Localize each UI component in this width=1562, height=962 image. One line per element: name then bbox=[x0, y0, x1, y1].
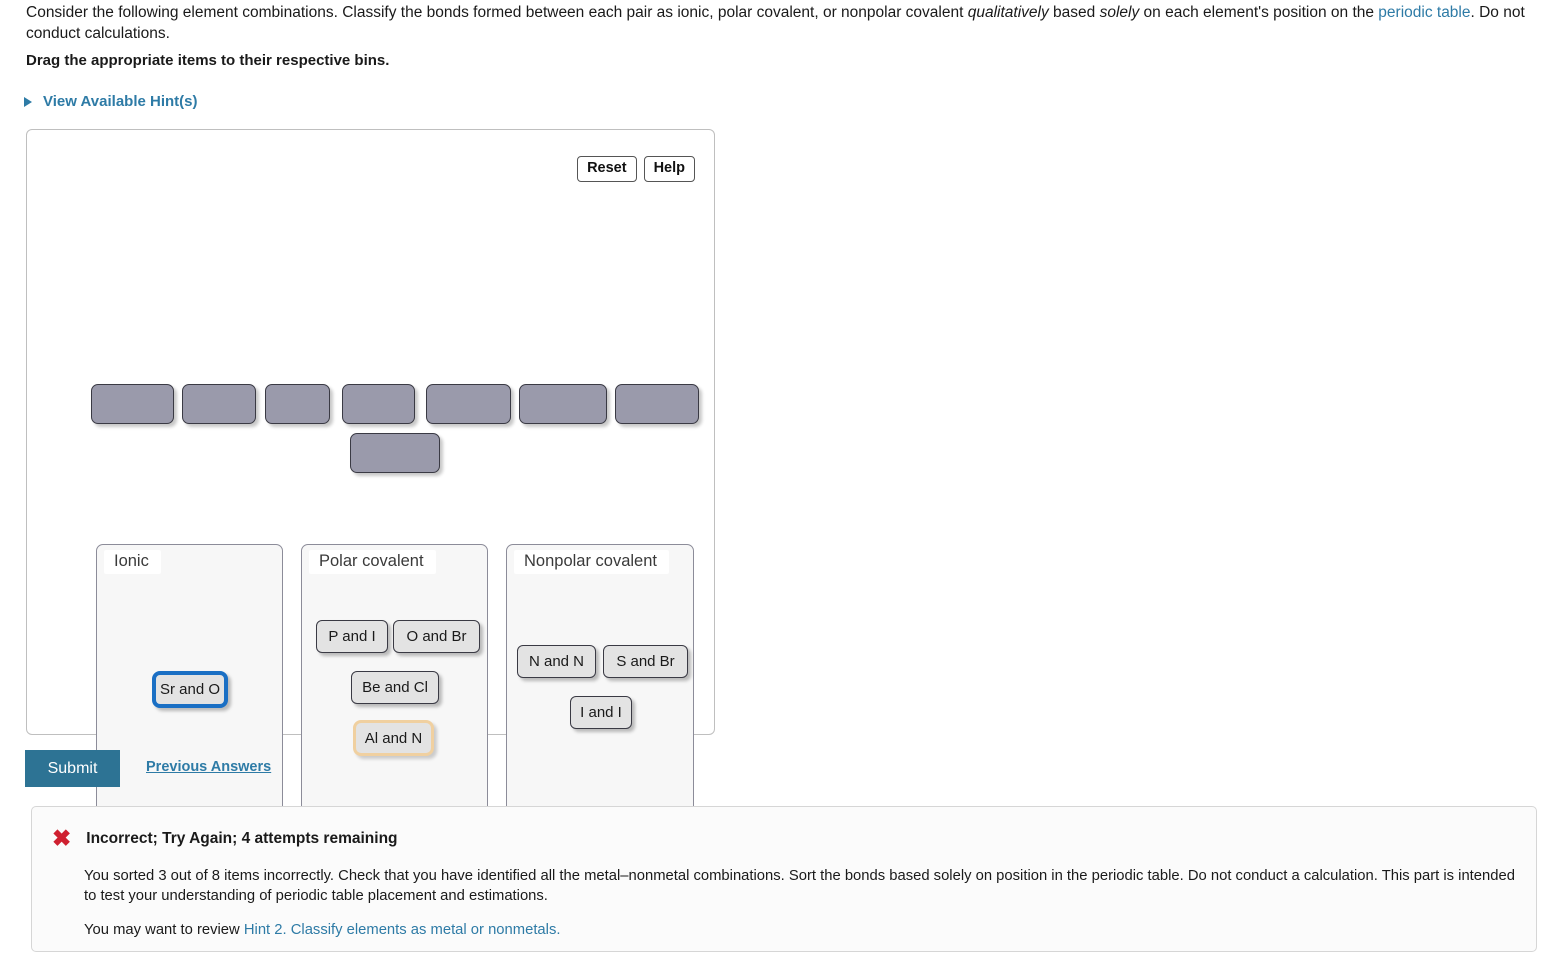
prompt-emphasis-qualitatively: qualitatively bbox=[967, 4, 1049, 21]
empty-slot[interactable] bbox=[519, 384, 607, 424]
bin-ionic[interactable]: Ionic Sr and O bbox=[96, 544, 283, 825]
draggable-item[interactable]: Sr and O bbox=[152, 671, 228, 708]
empty-slot[interactable] bbox=[615, 384, 699, 424]
empty-slot[interactable] bbox=[91, 384, 174, 424]
empty-slot[interactable] bbox=[426, 384, 511, 424]
draggable-item[interactable]: S and Br bbox=[603, 645, 688, 678]
submit-button[interactable]: Submit bbox=[25, 750, 120, 787]
x-mark-icon: ✖ bbox=[52, 825, 72, 851]
hint2-link[interactable]: Hint 2. Classify elements as metal or no… bbox=[244, 922, 561, 938]
drag-and-drop-panel: Reset Help Ionic Sr and O Polar covalent P … bbox=[26, 129, 715, 825]
empty-slot[interactable] bbox=[350, 433, 440, 473]
panel-toolbar: Reset Help bbox=[577, 156, 695, 182]
triangle-right-icon bbox=[24, 96, 32, 107]
question-prompt: Consider the following element combinati… bbox=[26, 2, 1536, 44]
drag-instruction: Drag the appropriate items to their resp… bbox=[26, 52, 390, 69]
help-button[interactable]: Help bbox=[643, 156, 695, 182]
feedback-body: You sorted 3 out of 8 items incorrectly.… bbox=[84, 868, 1515, 904]
feedback-panel: ✖ Incorrect; Try Again; 4 attempts remai… bbox=[31, 806, 1537, 952]
draggable-item[interactable]: O and Br bbox=[393, 620, 480, 653]
draggable-item[interactable]: P and I bbox=[316, 620, 388, 653]
bin-polar-covalent[interactable]: Polar covalent P and IO and Br Be and Cl Al… bbox=[301, 544, 488, 825]
draggable-item[interactable]: I and I bbox=[570, 696, 632, 729]
draggable-item[interactable]: Be and Cl bbox=[351, 671, 439, 704]
feedback-title: Incorrect; Try Again; 4 attempts remaini… bbox=[86, 829, 398, 847]
view-hints-label: View Available Hint(s) bbox=[43, 93, 198, 110]
prompt-text-part3: on each element's position on the bbox=[1139, 4, 1379, 21]
periodic-table-link[interactable]: periodic table bbox=[1378, 4, 1470, 21]
reset-button[interactable]: Reset bbox=[577, 156, 637, 182]
bin-title: Ionic bbox=[104, 550, 161, 574]
draggable-item[interactable]: N and N bbox=[517, 645, 596, 678]
feedback-header: ✖ Incorrect; Try Again; 4 attempts remai… bbox=[52, 827, 398, 850]
feedback-review-prefix: You may want to review bbox=[84, 922, 244, 938]
view-hints-toggle[interactable]: View Available Hint(s) bbox=[24, 93, 198, 110]
bin-nonpolar-covalent[interactable]: Nonpolar covalent N and NS and Br I and I bbox=[506, 544, 694, 825]
empty-slot[interactable] bbox=[342, 384, 415, 424]
draggable-item[interactable]: Al and N bbox=[353, 720, 434, 756]
empty-slot[interactable] bbox=[182, 384, 256, 424]
bin-title: Nonpolar covalent bbox=[514, 550, 669, 574]
prompt-emphasis-solely: solely bbox=[1099, 4, 1140, 21]
bin-title: Polar covalent bbox=[309, 550, 436, 574]
empty-slot[interactable] bbox=[265, 384, 330, 424]
previous-answers-link[interactable]: Previous Answers bbox=[146, 759, 271, 775]
prompt-text-part1: Consider the following element combinati… bbox=[26, 4, 968, 21]
prompt-text-part2: based bbox=[1048, 4, 1100, 21]
feedback-review: You may want to review Hint 2. Classify … bbox=[84, 920, 560, 940]
